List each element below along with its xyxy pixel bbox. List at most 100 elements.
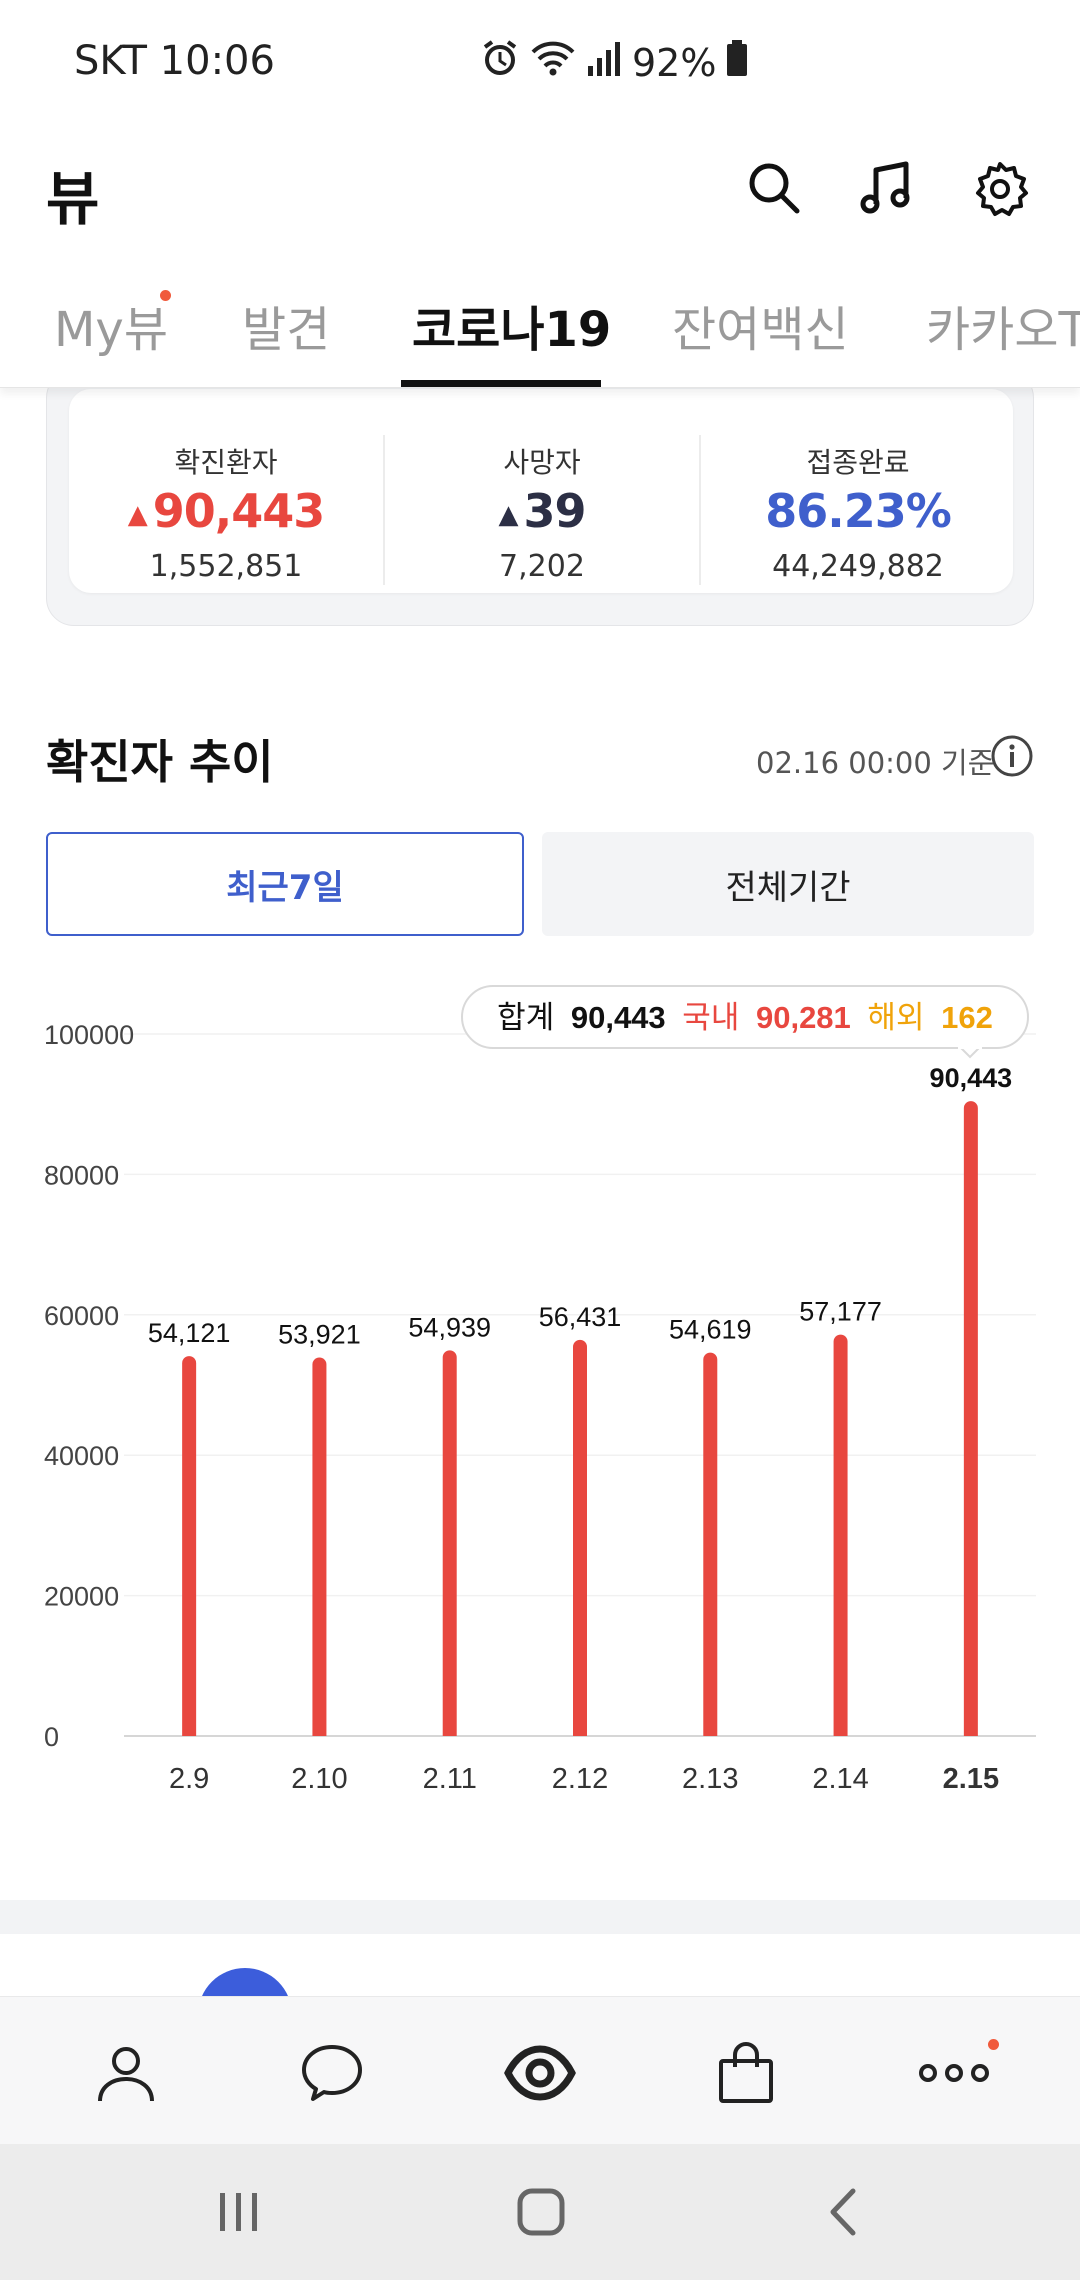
music-button[interactable] xyxy=(848,150,924,226)
y-axis-ticks: 0 20000 40000 60000 80000 100000 xyxy=(44,1020,134,1752)
recent-apps-button[interactable] xyxy=(204,2182,274,2242)
back-chevron-icon xyxy=(830,2188,856,2236)
bar-value-label: 54,619 xyxy=(669,1315,752,1345)
status-bar: SKT 10:06 92% xyxy=(0,0,1080,130)
bar-value-label: 54,939 xyxy=(408,1312,491,1342)
bar-value-label: 56,431 xyxy=(539,1302,622,1332)
confirmed-stat: 확진환자 ▲ 90,443 1,552,851 xyxy=(69,389,383,593)
chart-value-labels: 54,121 53,921 54,939 56,431 54,619 57,177 90,4… xyxy=(148,1063,1012,1349)
signal-icon xyxy=(586,38,622,87)
y-tick-label: 40000 xyxy=(44,1441,119,1471)
tooltip-overseas-label: 해외 xyxy=(867,1000,924,1035)
recent-7-days-button[interactable]: 최근7일 xyxy=(46,832,524,936)
back-button[interactable] xyxy=(808,2182,878,2242)
bar-value-label: 53,921 xyxy=(278,1319,361,1349)
bar xyxy=(833,1334,848,1736)
search-button[interactable] xyxy=(736,150,812,226)
up-triangle-icon: ▲ xyxy=(127,499,148,530)
nav-view[interactable] xyxy=(500,2033,580,2113)
shopping-bag-icon xyxy=(719,2042,773,2103)
deaths-stat: 사망자 ▲ 39 7,202 xyxy=(385,389,699,593)
section-title: 확진자 추이 xyxy=(46,735,274,789)
confirmed-total: 1,552,851 xyxy=(149,549,303,584)
bar-value-label: 90,443 xyxy=(930,1063,1013,1093)
tab-remaining-vaccine[interactable]: 잔여백신 xyxy=(672,290,849,360)
battery-icon xyxy=(726,38,748,87)
y-tick-label: 60000 xyxy=(44,1301,119,1331)
person-icon xyxy=(98,2047,154,2102)
bar xyxy=(312,1357,327,1736)
tooltip-domestic-label: 국내 xyxy=(682,1000,739,1035)
chat-bubble-icon xyxy=(302,2045,362,2101)
eye-view-icon xyxy=(504,2045,576,2101)
new-badge-dot xyxy=(988,2039,999,2050)
new-badge-dot xyxy=(160,290,171,301)
tooltip-domestic-value: 90,281 xyxy=(756,1000,851,1035)
settings-button[interactable] xyxy=(962,150,1038,226)
tooltip-sum-label: 합계 xyxy=(497,1000,554,1035)
y-tick-label: 20000 xyxy=(44,1582,119,1612)
tab-covid19[interactable]: 코로나19 xyxy=(412,290,611,360)
x-tick-label: 2.11 xyxy=(423,1763,477,1795)
x-tick-label: 2.9 xyxy=(169,1763,209,1795)
tooltip-overseas-value: 162 xyxy=(941,1000,993,1035)
battery-text: 92% xyxy=(632,40,717,85)
system-navigation-bar xyxy=(0,2144,1080,2280)
nav-chats[interactable] xyxy=(292,2033,372,2113)
tab-discover[interactable]: 발견 xyxy=(242,290,330,360)
tooltip-sum-value: 90,443 xyxy=(571,1000,666,1035)
x-tick-label: 2.10 xyxy=(291,1763,347,1795)
bottom-navigation xyxy=(0,1996,1080,2144)
chart-tooltip: 합계 90,443 국내 90,281 해외 162 xyxy=(461,985,1029,1059)
tab-kakao-t[interactable]: 카카오T xyxy=(926,290,1080,360)
app-header: 뷰 xyxy=(0,130,1080,260)
y-tick-label: 100000 xyxy=(44,1020,134,1050)
confirmed-delta: 90,443 xyxy=(152,484,326,538)
wifi-icon xyxy=(530,38,576,87)
more-dots-icon xyxy=(919,2064,989,2082)
confirmed-label: 확진환자 xyxy=(174,446,278,479)
x-tick-label: 2.14 xyxy=(812,1763,868,1795)
up-triangle-icon: ▲ xyxy=(498,499,518,530)
alarm-icon xyxy=(480,38,520,87)
x-tick-label: 2.15 xyxy=(943,1763,999,1795)
x-tick-label: 2.13 xyxy=(682,1763,738,1795)
tab-my-view[interactable]: My뷰 xyxy=(54,290,168,360)
bar xyxy=(703,1352,718,1736)
basis-timestamp: 02.16 00:00 기준 xyxy=(756,746,995,780)
deaths-delta-row: ▲ 39 xyxy=(385,484,699,538)
bar xyxy=(963,1101,978,1736)
confirmed-delta-row: ▲ 90,443 xyxy=(69,484,383,538)
bar xyxy=(442,1350,457,1736)
svg-text:합계 90,443 국내: 합계 90,443 국내 90,281 해외 162 xyxy=(497,1000,993,1035)
home-icon xyxy=(517,2188,565,2236)
x-tick-label: 2.12 xyxy=(552,1763,608,1795)
section-separator xyxy=(0,1900,1080,1934)
vaccinated-stat: 접종완료 86.23% 44,249,882 xyxy=(701,389,1015,593)
active-tab-indicator xyxy=(401,380,601,387)
deaths-label: 사망자 xyxy=(503,446,581,479)
vaccinated-total: 44,249,882 xyxy=(772,549,944,584)
bar-value-label: 57,177 xyxy=(799,1297,882,1327)
all-period-button[interactable]: 전체기간 xyxy=(542,832,1034,936)
chart-bars xyxy=(182,1101,978,1736)
summary-card: 확진환자 ▲ 90,443 1,552,851 사망자 ▲ 39 7,202 접종완… xyxy=(69,389,1013,593)
carrier-time: SKT 10:06 xyxy=(74,38,275,84)
home-button[interactable] xyxy=(506,2182,576,2242)
gear-icon xyxy=(976,162,1028,216)
tab-bar: My뷰 발견 코로나19 잔여백신 카카오T xyxy=(0,260,1080,388)
nav-friends[interactable] xyxy=(86,2033,166,2113)
nav-shopping[interactable] xyxy=(706,2033,786,2113)
vaccinated-label: 접종완료 xyxy=(806,446,910,479)
deaths-delta: 39 xyxy=(523,484,586,538)
info-button[interactable] xyxy=(990,734,1034,778)
bar xyxy=(573,1339,587,1736)
bar-value-label: 54,121 xyxy=(148,1318,231,1348)
nav-more[interactable] xyxy=(914,2033,994,2113)
info-icon xyxy=(991,735,1033,777)
recent-apps-icon xyxy=(220,2193,257,2231)
deaths-total: 7,202 xyxy=(499,549,585,584)
search-icon xyxy=(749,163,800,214)
page-title: 뷰 xyxy=(46,165,100,233)
bar xyxy=(182,1356,197,1736)
